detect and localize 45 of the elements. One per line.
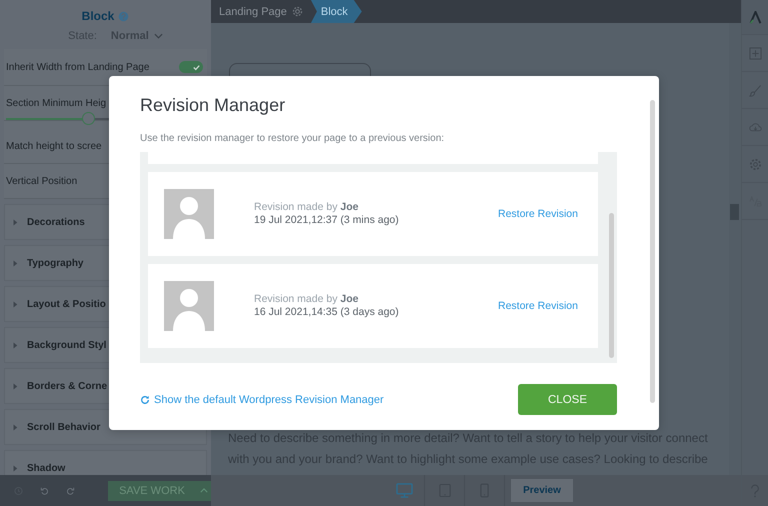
refresh-icon <box>140 394 150 404</box>
preview-button[interactable]: Preview <box>511 479 573 502</box>
revision-date: 16 Jul 2021,14:35 (3 days ago) <box>254 306 400 319</box>
close-button[interactable]: CLOSE <box>518 384 617 415</box>
dialog-description: Use the revision manager to restore your page to a previous version: <box>140 133 446 144</box>
logo-icon <box>748 10 762 24</box>
scrollbar-thumb[interactable] <box>609 213 614 358</box>
setting-label: Inherit Width from Landing Page <box>6 62 150 72</box>
caret-icon <box>12 382 18 390</box>
caret-icon <box>12 424 18 430</box>
panel-title: Block <box>82 9 114 23</box>
chevron-down-icon <box>154 33 163 39</box>
revision-author: Revision made by Joe <box>254 293 360 306</box>
dialog-title: Revision Manager <box>140 95 286 117</box>
section-header[interactable]: Shadow <box>4 450 207 475</box>
slider-thumb[interactable] <box>82 112 95 125</box>
setting-label: Section Minimum Heig <box>6 98 106 108</box>
avatar-icon <box>164 189 214 239</box>
settings-icon[interactable] <box>292 6 303 17</box>
scrollbar-thumb[interactable] <box>650 100 655 403</box>
setting-label: Vertical Position <box>6 176 78 186</box>
brush-icon[interactable] <box>748 84 762 96</box>
toggle-switch[interactable] <box>179 61 203 73</box>
help-icon[interactable] <box>118 10 130 22</box>
breadcrumb-item[interactable]: Block <box>310 0 362 23</box>
monitor-icon[interactable] <box>396 483 413 498</box>
caret-icon <box>12 260 18 266</box>
scrollbar-thumb[interactable] <box>730 204 739 220</box>
caret-up-icon <box>200 488 208 493</box>
restore-revision-link[interactable]: Restore Revision <box>498 300 578 312</box>
caret-icon <box>12 300 18 308</box>
plus-icon[interactable] <box>748 46 762 60</box>
caret-icon <box>12 218 18 226</box>
check-icon <box>192 62 201 72</box>
revision-date: 19 Jul 2021,12:37 (3 mins ago) <box>254 214 400 227</box>
setting-label: Match height to scree <box>6 140 102 152</box>
caret-icon <box>12 464 18 472</box>
save-options-button[interactable] <box>196 480 211 500</box>
restore-revision-link[interactable]: Restore Revision <box>498 208 578 220</box>
settings-icon[interactable] <box>748 158 762 170</box>
cloud-download-icon[interactable] <box>748 120 762 134</box>
breadcrumb-item[interactable]: Landing Page <box>211 0 311 23</box>
avatar-icon <box>164 281 214 331</box>
caret-icon <box>12 342 18 348</box>
revision-author: Revision made by Joe <box>254 201 360 214</box>
